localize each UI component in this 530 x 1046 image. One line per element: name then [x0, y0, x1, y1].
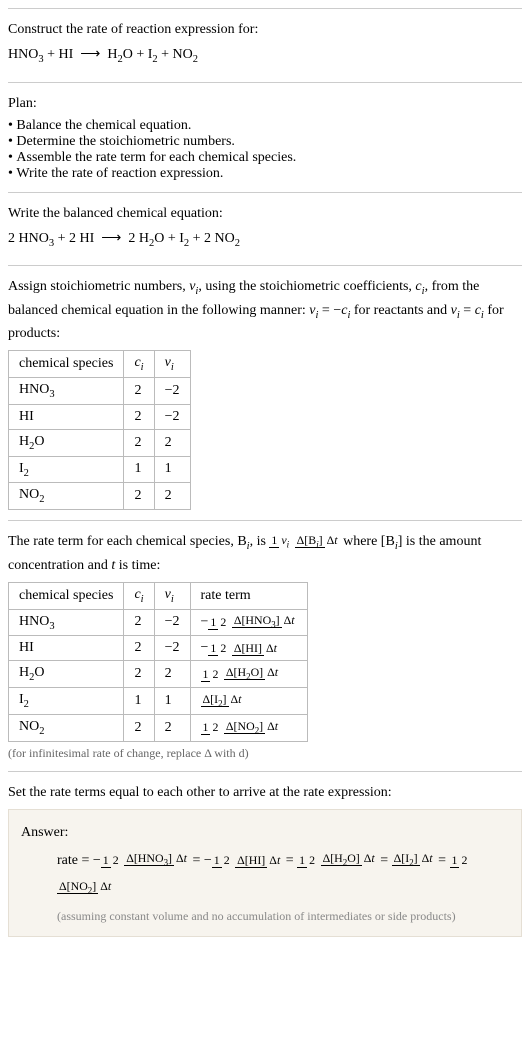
- answer-expression: rate = −12 Δ[HNO3]Δt = −12 Δ[HI]Δt = 12 …: [57, 847, 509, 903]
- intro-title: Construct the rate of reaction expressio…: [8, 19, 522, 40]
- balanced-section: Write the balanced chemical equation: 2 …: [8, 192, 522, 266]
- table-cell: 2: [124, 404, 154, 429]
- rate-table: chemical species ci νi rate term HNO32−2…: [8, 582, 308, 742]
- table-cell: Δ[I2]Δt: [190, 688, 307, 715]
- table-cell: 1: [124, 456, 154, 483]
- table-cell: −12 Δ[HNO3]Δt: [190, 609, 307, 636]
- plan-item: Determine the stoichiometric numbers.: [8, 134, 522, 150]
- answer-note: (assuming constant volume and no accumul…: [57, 909, 509, 924]
- balanced-title: Write the balanced chemical equation:: [8, 203, 522, 224]
- table-cell: −2: [154, 636, 190, 661]
- plan-section: Plan: Balance the chemical equation. Det…: [8, 82, 522, 192]
- table-cell: −2: [154, 404, 190, 429]
- table-cell: 2: [124, 483, 154, 510]
- table-row: I211: [9, 456, 191, 483]
- table-cell: NO2: [9, 483, 124, 510]
- table-cell: HI: [9, 636, 124, 661]
- plan-title: Plan:: [8, 93, 522, 114]
- table-row: NO222: [9, 483, 191, 510]
- rate-section: The rate term for each chemical species,…: [8, 520, 522, 771]
- table-cell: 1: [154, 688, 190, 715]
- stoich-intro: Assign stoichiometric numbers, νi, using…: [8, 276, 522, 344]
- table-cell: I2: [9, 688, 124, 715]
- table-header: rate term: [190, 582, 307, 609]
- plan-item: Write the rate of reaction expression.: [8, 166, 522, 182]
- table-cell: 1: [154, 456, 190, 483]
- table-cell: 1: [124, 688, 154, 715]
- table-cell: HNO3: [9, 377, 124, 404]
- answer-box: Answer: rate = −12 Δ[HNO3]Δt = −12 Δ[HI]…: [8, 809, 522, 937]
- table-header: νi: [154, 351, 190, 378]
- table-cell: H2O: [9, 661, 124, 688]
- table-header: chemical species: [9, 582, 124, 609]
- table-cell: 2: [154, 661, 190, 688]
- table-cell: 2: [124, 609, 154, 636]
- final-intro: Set the rate terms equal to each other t…: [8, 782, 522, 803]
- table-row: H2O22: [9, 429, 191, 456]
- table-cell: 12 Δ[NO2]Δt: [190, 714, 307, 741]
- stoich-section: Assign stoichiometric numbers, νi, using…: [8, 265, 522, 520]
- table-cell: 2: [154, 483, 190, 510]
- balanced-equation: 2 HNO3 + 2 HI ⟶ 2 H2O + I2 + 2 NO2: [8, 228, 522, 252]
- table-cell: 2: [124, 714, 154, 741]
- table-header: ci: [124, 351, 154, 378]
- table-header: chemical species: [9, 351, 124, 378]
- table-cell: I2: [9, 456, 124, 483]
- infinitesimal-note: (for infinitesimal rate of change, repla…: [8, 746, 522, 761]
- table-row: H2O2212 Δ[H2O]Δt: [9, 661, 308, 688]
- table-row: HNO32−2: [9, 377, 191, 404]
- table-row: HI2−2−12 Δ[HI]Δt: [9, 636, 308, 661]
- final-section: Set the rate terms equal to each other t…: [8, 771, 522, 947]
- table-row: HNO32−2−12 Δ[HNO3]Δt: [9, 609, 308, 636]
- plan-item: Balance the chemical equation.: [8, 118, 522, 134]
- table-cell: 2: [124, 429, 154, 456]
- table-row: HI2−2: [9, 404, 191, 429]
- stoich-table: chemical species ci νi HNO32−2HI2−2H2O22…: [8, 350, 191, 510]
- table-cell: NO2: [9, 714, 124, 741]
- table-cell: 2: [154, 429, 190, 456]
- intro-section: Construct the rate of reaction expressio…: [8, 8, 522, 82]
- table-cell: HNO3: [9, 609, 124, 636]
- stoich-tbody: HNO32−2HI2−2H2O22I211NO222: [9, 377, 191, 509]
- table-cell: 2: [124, 377, 154, 404]
- table-cell: −2: [154, 377, 190, 404]
- table-cell: 2: [154, 714, 190, 741]
- table-cell: 2: [124, 661, 154, 688]
- table-cell: HI: [9, 404, 124, 429]
- plan-item: Assemble the rate term for each chemical…: [8, 150, 522, 166]
- table-cell: H2O: [9, 429, 124, 456]
- table-row: I211Δ[I2]Δt: [9, 688, 308, 715]
- table-cell: −2: [154, 609, 190, 636]
- rate-tbody: HNO32−2−12 Δ[HNO3]ΔtHI2−2−12 Δ[HI]ΔtH2O2…: [9, 609, 308, 741]
- intro-equation: HNO3 + HI ⟶ H2O + I2 + NO2: [8, 44, 522, 68]
- table-cell: −12 Δ[HI]Δt: [190, 636, 307, 661]
- table-cell: 2: [124, 636, 154, 661]
- answer-title: Answer:: [21, 822, 509, 843]
- table-header: νi: [154, 582, 190, 609]
- rate-intro: The rate term for each chemical species,…: [8, 531, 522, 576]
- table-cell: 12 Δ[H2O]Δt: [190, 661, 307, 688]
- table-header: ci: [124, 582, 154, 609]
- plan-list: Balance the chemical equation. Determine…: [8, 118, 522, 182]
- table-row: NO22212 Δ[NO2]Δt: [9, 714, 308, 741]
